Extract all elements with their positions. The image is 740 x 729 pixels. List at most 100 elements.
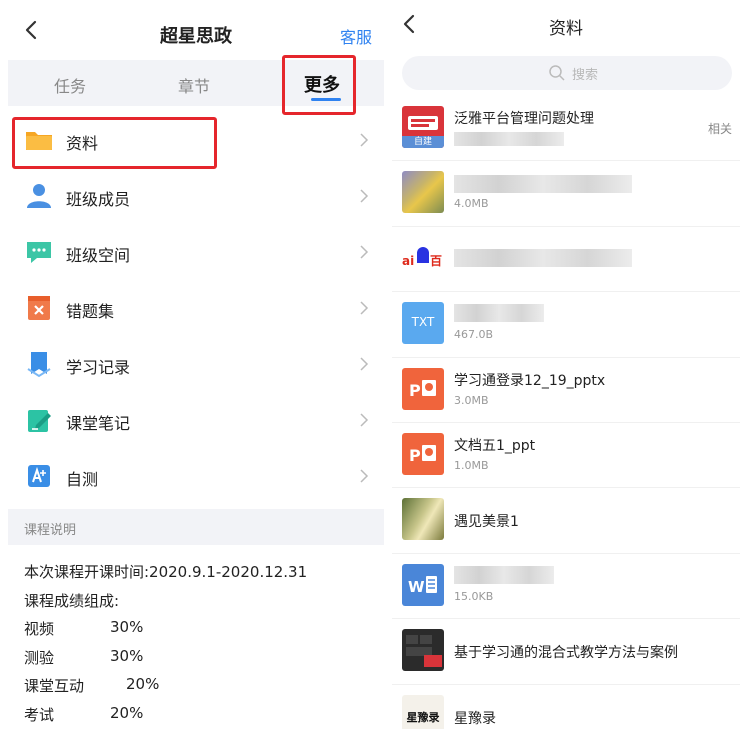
menu-item-class-members[interactable]: 班级成员 bbox=[8, 168, 384, 224]
chevron-right-icon bbox=[360, 133, 369, 147]
file-item[interactable]: ai 百 bbox=[392, 227, 740, 293]
grade-composition-label: 课程成绩组成: bbox=[24, 591, 120, 610]
self-test-icon bbox=[28, 465, 50, 487]
scenery-photo-thumb bbox=[402, 498, 444, 541]
menu-label: 课堂笔记 bbox=[66, 414, 131, 433]
course-description: 本次课程开课时间:2020.9.1-2020.12.31 课程成绩组成: 视频 … bbox=[24, 556, 384, 727]
grade-row: 课堂互动 20% bbox=[24, 670, 384, 699]
file-item[interactable]: 4.0MB bbox=[392, 161, 740, 227]
highlight-box-more-tab bbox=[282, 55, 356, 115]
tab-tasks[interactable]: 任务 bbox=[54, 73, 86, 97]
chevron-right-icon bbox=[360, 413, 369, 427]
blurred-text bbox=[454, 565, 554, 584]
file-name: 泛雅平台管理问题处理 bbox=[454, 111, 594, 127]
word-file-icon: W bbox=[402, 563, 444, 606]
file-size: 3.0MB bbox=[454, 393, 489, 407]
menu-item-class-notes[interactable]: 课堂笔记 bbox=[8, 392, 384, 448]
file-item[interactable]: P 文档五1_ppt 1.0MB bbox=[392, 423, 740, 489]
page-title: 超星思政 bbox=[160, 26, 232, 47]
grade-name: 考试 bbox=[24, 705, 55, 724]
menu-label: 班级成员 bbox=[66, 190, 131, 209]
search-input[interactable]: 搜索 bbox=[402, 56, 732, 90]
chat-bubble-icon bbox=[27, 242, 51, 263]
grade-percent: 20% bbox=[126, 675, 160, 693]
blurred-text bbox=[454, 304, 544, 323]
svg-text:百: 百 bbox=[430, 254, 442, 268]
menu-label: 自测 bbox=[66, 470, 99, 489]
search-placeholder: 搜索 bbox=[572, 68, 599, 83]
search-icon bbox=[549, 65, 565, 81]
file-name: 星豫录 bbox=[454, 710, 496, 727]
chevron-right-icon bbox=[360, 245, 369, 259]
materials-header: 资料 bbox=[392, 0, 740, 48]
section-header: 课程说明 bbox=[8, 509, 384, 545]
file-item[interactable]: 自建 泛雅平台管理问题处理 相关 bbox=[392, 96, 740, 162]
more-menu: 资料 班级成员 班级空间 错题集 学习记录 课堂笔记 自测 bbox=[8, 112, 384, 504]
menu-item-self-test[interactable]: 自测 bbox=[8, 448, 384, 504]
flower-photo-thumb bbox=[402, 171, 444, 214]
grade-percent: 30% bbox=[110, 646, 144, 665]
customer-service-link[interactable]: 客服 bbox=[340, 24, 372, 48]
ppt-file-icon: P bbox=[402, 432, 444, 475]
file-item[interactable]: 基于学习通的混合式教学方法与案例 bbox=[392, 619, 740, 685]
materials-panel: 资料 搜索 自建 泛雅平台管理问题处理 相关 4.0MB ai 百 TXT 46… bbox=[392, 0, 740, 729]
grade-row: 视频 30% bbox=[24, 613, 384, 642]
grade-percent: 30% bbox=[110, 618, 144, 636]
ppt-file-icon: P bbox=[402, 367, 444, 410]
svg-text:P: P bbox=[409, 446, 421, 465]
svg-text:W: W bbox=[408, 578, 425, 596]
file-size: 467.0B bbox=[454, 328, 494, 342]
wrong-set-icon bbox=[28, 296, 50, 320]
svg-text:ai: ai bbox=[402, 254, 414, 268]
keyboard-photo-thumb bbox=[402, 629, 444, 672]
file-name: 基于学习通的混合式教学方法与案例 bbox=[454, 645, 678, 662]
grade-name: 课堂互动 bbox=[24, 677, 85, 695]
file-name: 文档五1_ppt bbox=[454, 437, 536, 454]
menu-item-wrong-questions[interactable]: 错题集 bbox=[8, 280, 384, 336]
file-name: 遇见美景1 bbox=[454, 514, 519, 531]
grade-name: 测验 bbox=[24, 648, 55, 667]
calligraphy-text: 星豫录 bbox=[406, 710, 440, 724]
txt-file-icon: TXT bbox=[402, 302, 444, 345]
course-panel: 超星思政 客服 任务 章节 更多 资料 班级成员 班级空间 错题集 学习记录 课… bbox=[8, 0, 384, 729]
chevron-right-icon bbox=[360, 189, 369, 203]
page-title: 资料 bbox=[549, 19, 583, 39]
file-item[interactable]: 星豫录 星豫录 bbox=[392, 685, 740, 729]
file-name: 学习通登录12_19_pptx bbox=[454, 372, 606, 389]
file-type-label: TXT bbox=[411, 315, 435, 330]
file-item[interactable]: TXT 467.0B bbox=[392, 292, 740, 358]
file-size: 4.0MB bbox=[454, 197, 489, 211]
blurred-text bbox=[454, 175, 632, 194]
course-header: 超星思政 客服 bbox=[8, 0, 384, 60]
blurred-text bbox=[454, 132, 564, 146]
bookmark-icon bbox=[27, 352, 51, 378]
file-size: 15.0KB bbox=[454, 589, 494, 603]
course-period-text: 本次课程开课时间:2020.9.1-2020.12.31 bbox=[24, 563, 308, 581]
menu-item-study-record[interactable]: 学习记录 bbox=[8, 336, 384, 392]
baidu-logo-thumb: ai 百 bbox=[402, 236, 444, 279]
grade-percent: 20% bbox=[110, 703, 144, 722]
note-icon bbox=[28, 410, 51, 432]
self-built-badge: 自建 bbox=[402, 136, 444, 148]
menu-label: 错题集 bbox=[66, 302, 115, 321]
file-item[interactable]: 遇见美景1 bbox=[392, 488, 740, 554]
grade-row: 测验 30% bbox=[24, 642, 384, 671]
highlight-box-materials bbox=[12, 117, 217, 169]
file-item[interactable]: P 学习通登录12_19_pptx 3.0MB bbox=[392, 358, 740, 423]
file-item[interactable]: W 15.0KB bbox=[392, 554, 740, 620]
person-icon bbox=[27, 184, 51, 208]
menu-label: 班级空间 bbox=[66, 246, 131, 265]
chevron-right-icon bbox=[360, 301, 369, 315]
hello-image-thumb: 自建 bbox=[402, 106, 444, 148]
calligraphy-image-thumb: 星豫录 bbox=[402, 694, 444, 729]
tab-chapters[interactable]: 章节 bbox=[178, 73, 210, 97]
chevron-right-icon bbox=[360, 469, 369, 483]
menu-item-class-space[interactable]: 班级空间 bbox=[8, 224, 384, 280]
related-link[interactable]: 相关 bbox=[708, 120, 732, 137]
menu-label: 学习记录 bbox=[66, 358, 131, 377]
grade-row: 考试 20% bbox=[24, 699, 384, 728]
svg-text:P: P bbox=[409, 381, 421, 400]
file-list: 自建 泛雅平台管理问题处理 相关 4.0MB ai 百 TXT 467.0B P… bbox=[392, 96, 740, 729]
section-title: 课程说明 bbox=[24, 523, 77, 538]
file-size: 1.0MB bbox=[454, 458, 489, 472]
